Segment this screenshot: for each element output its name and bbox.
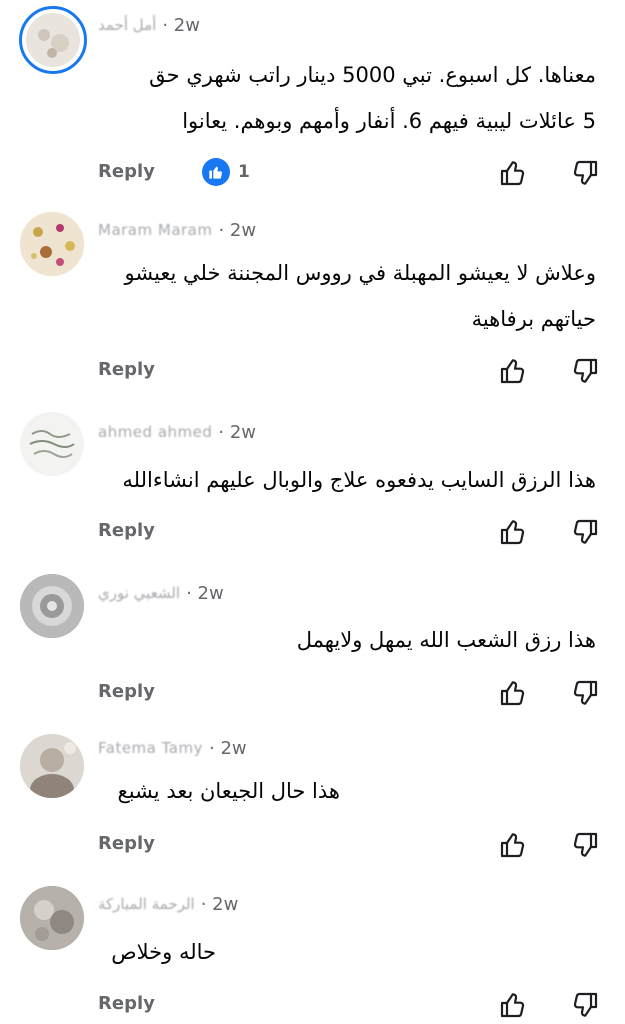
- dislike-icon[interactable]: [570, 356, 600, 386]
- reply-button[interactable]: Reply: [98, 674, 155, 710]
- comment-text: وعلاش لا يعيشو المهبلة في رووس المجننة خ…: [96, 250, 596, 342]
- reply-button[interactable]: Reply: [98, 986, 155, 1022]
- like-icon[interactable]: [498, 990, 528, 1020]
- comment-meta: Maram Maram · 2w: [98, 218, 256, 242]
- comment-meta: الرحمة المباركة · 2w: [98, 892, 238, 916]
- comment-meta: الشعبي نوري · 2w: [98, 581, 224, 605]
- thumbs-up-icon: [202, 158, 230, 186]
- avatar[interactable]: [20, 886, 84, 950]
- comment-text-line: هذا رزق الشعب الله يمهل ولايهمل: [296, 628, 596, 652]
- comment-actions: Reply: [0, 986, 625, 1022]
- avatar[interactable]: [20, 574, 84, 638]
- avatar[interactable]: [20, 212, 84, 276]
- dislike-icon[interactable]: [570, 158, 600, 188]
- dislike-icon[interactable]: [570, 678, 600, 708]
- comment-meta: ahmed ahmed · 2w: [98, 420, 256, 444]
- comment-time: · 2w: [162, 14, 200, 36]
- dislike-icon[interactable]: [570, 830, 600, 860]
- comment-author[interactable]: ahmed ahmed: [98, 423, 212, 441]
- comment-author[interactable]: Maram Maram: [98, 221, 212, 239]
- avatar[interactable]: [20, 734, 84, 798]
- reply-button[interactable]: Reply: [98, 826, 155, 862]
- comment-text-line: هذا حال الجيعان بعد يشبع: [117, 779, 340, 803]
- like-icon[interactable]: [498, 678, 528, 708]
- comment-actions: Reply: [0, 352, 625, 388]
- comment-text: حاله وخلاص: [96, 929, 216, 975]
- comment-text-line: 5 عائلات ليبية فيهم 6. أنفار وأمهم وبوهم…: [182, 109, 596, 133]
- like-icon[interactable]: [498, 517, 528, 547]
- dislike-icon[interactable]: [570, 990, 600, 1020]
- comment-meta: Fatema Tamy · 2w: [98, 736, 247, 760]
- comment-time: · 2w: [218, 219, 257, 241]
- comment-meta: أمل أحمد · 2w: [98, 13, 200, 37]
- comment-actions: Reply: [0, 513, 625, 549]
- reply-button[interactable]: Reply: [98, 513, 155, 549]
- comment-actions: Reply: [0, 826, 625, 862]
- reply-button[interactable]: Reply: [98, 352, 155, 388]
- comment-author[interactable]: الرحمة المباركة: [98, 895, 195, 913]
- comment-text: هذا الرزق السايب يدفعوه علاج والوبال علي…: [96, 457, 596, 503]
- comment-time: · 2w: [186, 582, 224, 604]
- comment-time: · 2w: [200, 893, 239, 915]
- reaction-summary[interactable]: 1: [202, 158, 250, 186]
- comment-text: هذا رزق الشعب الله يمهل ولايهمل: [96, 617, 596, 663]
- like-icon[interactable]: [498, 356, 528, 386]
- comment-author[interactable]: Fatema Tamy: [98, 739, 203, 757]
- avatar[interactable]: [20, 412, 84, 476]
- comment-text: هذا حال الجيعان بعد يشبع: [96, 768, 340, 814]
- comment-author[interactable]: الشعبي نوري: [98, 584, 180, 602]
- comment-author[interactable]: أمل أحمد: [98, 16, 156, 34]
- comment-text-line: وعلاش لا يعيشو المهبلة في رووس المجننة خ…: [124, 261, 596, 285]
- like-icon[interactable]: [498, 830, 528, 860]
- like-icon[interactable]: [498, 158, 528, 188]
- avatar[interactable]: [19, 6, 87, 74]
- comment-text-line: حياتهم برفاهية: [471, 307, 596, 331]
- comment-text-line: معناها. كل اسبوع. تبي 5000 دينار راتب شه…: [149, 63, 596, 87]
- comment-text-line: هذا الرزق السايب يدفعوه علاج والوبال علي…: [122, 468, 596, 492]
- comment-text: معناها. كل اسبوع. تبي 5000 دينار راتب شه…: [96, 52, 596, 144]
- reply-button[interactable]: Reply: [98, 154, 155, 190]
- comment-actions: Reply 1: [0, 154, 625, 190]
- dislike-icon[interactable]: [570, 517, 600, 547]
- comment-time: · 2w: [218, 421, 257, 443]
- comment-time: · 2w: [209, 737, 247, 759]
- comment-text-line: حاله وخلاص: [111, 940, 216, 964]
- comment-actions: Reply: [0, 674, 625, 710]
- reaction-count: 1: [238, 162, 250, 182]
